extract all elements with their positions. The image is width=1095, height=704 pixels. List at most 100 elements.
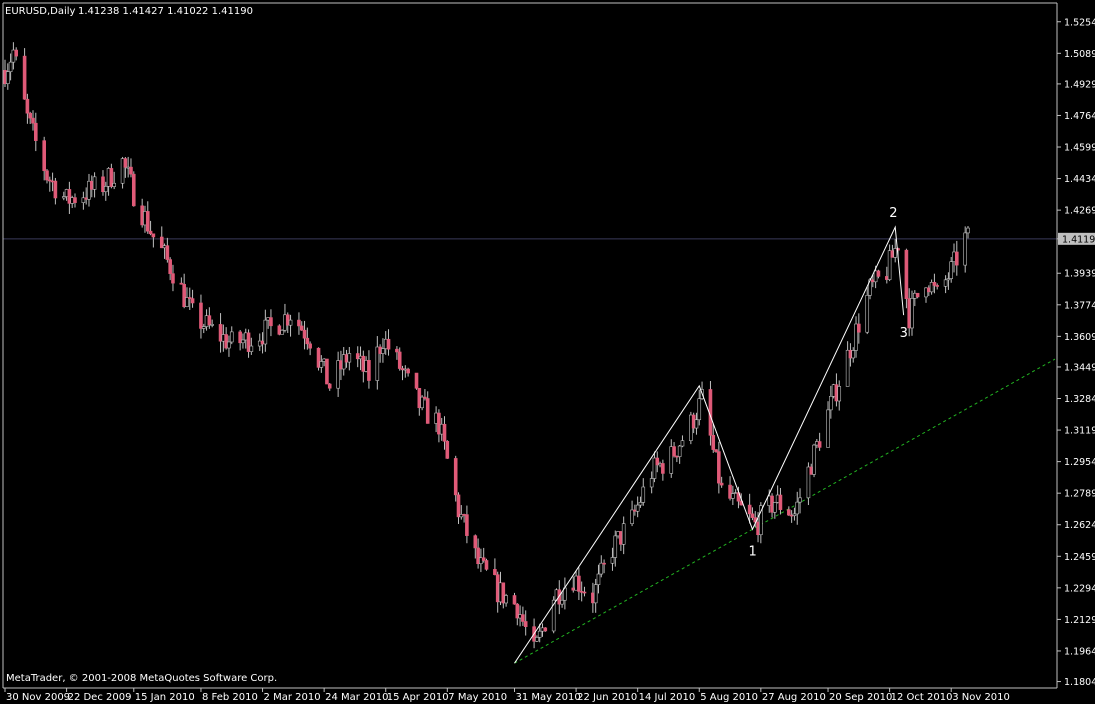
candle-bear [148,230,153,235]
candle-bull [103,186,108,193]
candle-bear [717,451,721,484]
candle-bear [131,173,136,207]
current-price-label: 1.41190 [1062,234,1095,245]
candle-bull [8,61,13,73]
candle-bear [543,627,548,632]
candle-bear [42,140,46,172]
x-tick-label: 12 Oct 2010 [891,692,953,703]
candle-bull [638,502,643,506]
candle-bull [943,279,948,287]
chart-background [0,0,1095,704]
candle-bear [145,211,150,232]
x-tick-label: 22 Dec 2009 [68,692,132,703]
candle-bear [484,560,489,570]
x-tick-label: 20 Sep 2010 [829,692,892,703]
x-tick-label: 14 Jul 2010 [639,692,696,703]
candle-bull [535,637,539,642]
candle-bull [966,227,970,234]
candle-bear [327,383,332,389]
candle-bear [661,463,665,474]
candle-bull [826,409,830,448]
candle-bear [876,270,881,277]
candle-bull [560,599,564,605]
candle-bear [406,368,410,374]
y-tick-label: 1.27890 [1064,489,1095,500]
candle-bear [207,315,212,326]
candle-bull [227,341,231,349]
candle-bear [711,434,716,450]
y-tick-label: 1.44340 [1064,174,1095,185]
candle-bear [719,482,724,486]
y-tick-label: 1.36090 [1064,332,1095,343]
candle-bull [537,630,542,638]
candle-bear [22,55,27,100]
x-tick-label: 5 Aug 2010 [700,692,758,703]
candle-bear [33,122,38,141]
chart-header-ohlc: 1.41238 1.41427 1.41022 1.41190 [78,6,253,17]
candle-bull [837,386,842,402]
candle-bear [367,360,371,381]
candle-bear [442,423,447,442]
candle-bear [73,197,77,203]
candle-bear [787,509,791,516]
candle-bull [5,71,10,85]
candle-bear [171,273,175,284]
y-tick-label: 1.50890 [1064,49,1095,60]
candle-bull [381,348,385,354]
candle-bear [602,562,606,565]
y-tick-label: 1.26240 [1064,520,1095,531]
candle-bull [229,331,234,343]
x-tick-label: 24 Mar 2010 [325,692,388,703]
wave-label-1: 1 [748,544,756,559]
candle-bear [190,298,195,304]
footer-copyright: MetaTrader, © 2001-2008 MetaQuotes Softw… [6,673,277,684]
candle-bear [151,233,156,238]
candle-bull [795,501,800,515]
candle-bear [14,49,18,57]
candle-bull [949,261,954,279]
y-tick-label: 1.29540 [1064,457,1095,468]
candle-bull [694,419,699,429]
x-tick-label: 15 Apr 2010 [387,692,449,703]
candle-bear [302,329,307,339]
candle-bear [577,575,581,592]
candle-bull [773,502,777,513]
candle-bull [798,497,802,503]
y-tick-label: 1.22940 [1064,583,1095,594]
candle-bull [596,573,601,585]
wave-label-2: 2 [889,206,897,221]
candle-bear [297,319,301,327]
x-tick-label: 31 May 2010 [515,692,580,703]
candle-bull [241,339,245,344]
y-tick-label: 1.24590 [1064,552,1095,563]
x-tick-label: 8 Feb 2010 [202,692,258,703]
candle-bull [504,595,508,604]
y-tick-label: 1.31190 [1064,426,1095,437]
y-tick-label: 1.47640 [1064,111,1095,122]
candle-bull [288,319,293,326]
candle-bear [932,282,937,286]
candle-bear [817,441,822,448]
price-chart[interactable]: 1 2 3 1.52540 1.50890 1.49290 1.47640 1.45990 1… [0,0,1095,704]
candle-bull [112,182,116,187]
candle-bear [129,166,133,175]
candle-bear [123,158,128,168]
candle-bear [414,372,419,389]
y-tick-label: 1.19640 [1064,646,1095,657]
candle-bull [677,445,682,457]
candle-bear [481,557,486,561]
candle-bull [210,324,214,326]
candle-bear [955,251,959,266]
candle-bear [305,337,310,345]
candle-bull [910,298,914,329]
candle-bull [263,319,268,345]
candle-bull [599,562,604,575]
candle-bear [750,513,755,518]
candle-bear [465,514,469,536]
y-tick-label: 1.52540 [1064,17,1095,28]
y-tick-label: 1.34490 [1064,362,1095,373]
candle-bull [829,396,833,411]
x-tick-label: 2 Mar 2010 [264,692,321,703]
candle-bull [593,584,598,604]
candle-bear [53,180,58,199]
